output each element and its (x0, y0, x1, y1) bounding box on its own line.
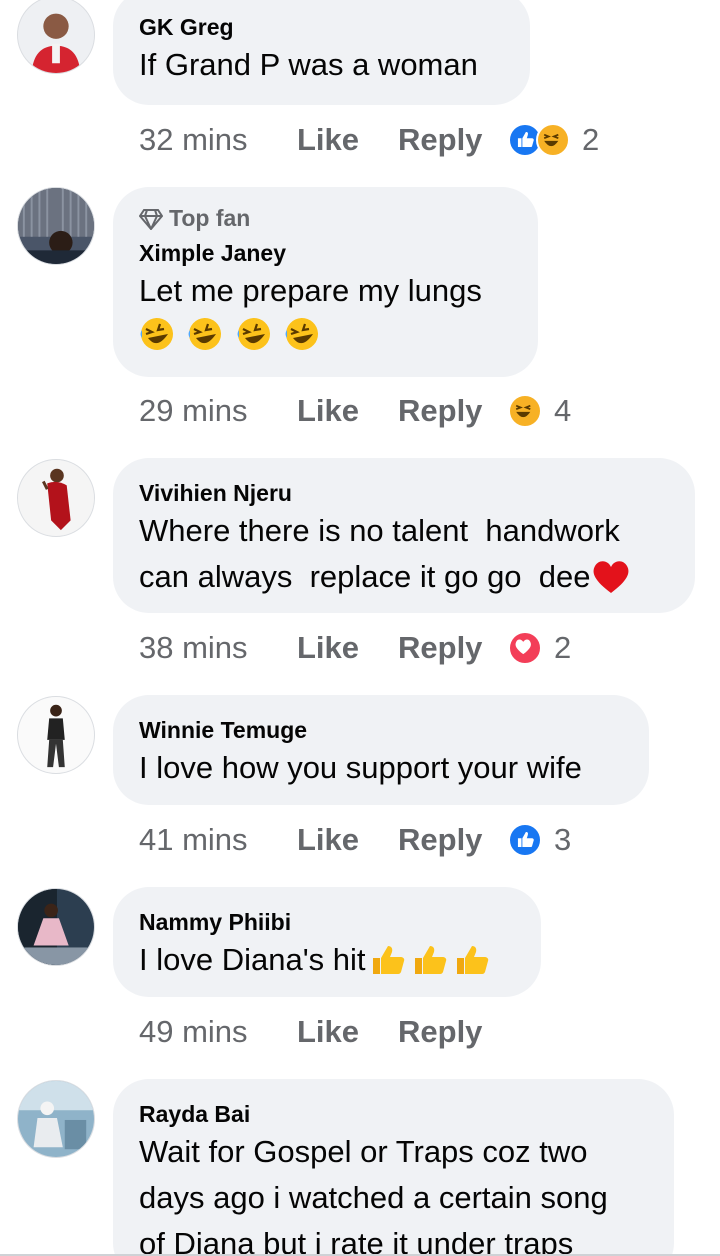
comment-text-line: of Diana but i rate it under traps (139, 1226, 574, 1256)
haha-reaction-icon (508, 394, 542, 428)
comment-author[interactable]: GK Greg (139, 12, 504, 42)
comment-actions: 32 mins Like Reply 2 (139, 120, 599, 160)
comment-actions: 49 mins Like Reply (139, 1012, 508, 1052)
rofl-emoji-icon (188, 318, 222, 350)
comment-text: Let me prepare my lungs (139, 273, 482, 308)
comment-author[interactable]: Rayda Bai (139, 1099, 648, 1129)
comment-actions: 38 mins Like Reply 2 (139, 628, 571, 668)
thumbs-up-emoji-icon (415, 946, 447, 974)
reaction-count: 2 (554, 630, 572, 665)
avatar[interactable] (17, 888, 95, 966)
rofl-emoji-icon (285, 318, 319, 350)
emoji-line (139, 316, 512, 358)
comment-bubble: Nammy Phiibi I love Diana's hit (113, 887, 541, 997)
top-fan-badge: Top fan (139, 205, 512, 232)
comment-author[interactable]: Vivihien Njeru (139, 478, 669, 508)
comment-text-line: I love Diana's hit (139, 937, 515, 983)
comment-text-line: can always replace it go go dee (139, 554, 669, 600)
reaction-summary[interactable]: 3 (508, 822, 571, 858)
rofl-emoji-icon (237, 318, 270, 350)
comment-timestamp[interactable]: 38 mins (139, 630, 297, 666)
reply-button[interactable]: Reply (398, 822, 508, 858)
reaction-count: 4 (554, 393, 572, 428)
thumbs-up-emoji-icon (373, 946, 405, 974)
like-button[interactable]: Like (297, 1014, 398, 1050)
reaction-count: 3 (554, 822, 572, 857)
avatar[interactable] (17, 0, 95, 74)
reply-button[interactable]: Reply (398, 122, 508, 158)
haha-reaction-icon (536, 123, 570, 157)
comment-text-fragment: can always replace it go go dee (139, 559, 591, 594)
reaction-summary[interactable]: 4 (508, 393, 571, 429)
reaction-summary[interactable]: 2 (508, 122, 599, 158)
like-button[interactable]: Like (297, 822, 398, 858)
comment-text-line: days ago i watched a certain song (139, 1180, 608, 1215)
like-button[interactable]: Like (297, 122, 398, 158)
thumbs-up-emoji-icon (457, 946, 489, 974)
comment-text-line: Where there is no talent handwork (139, 513, 620, 548)
comment-timestamp[interactable]: 32 mins (139, 122, 297, 158)
comment-bubble: Winnie Temuge I love how you support you… (113, 695, 649, 805)
comment-author[interactable]: Nammy Phiibi (139, 907, 515, 937)
comment-timestamp[interactable]: 29 mins (139, 393, 297, 429)
reply-button[interactable]: Reply (398, 393, 508, 429)
comment-timestamp[interactable]: 49 mins (139, 1014, 297, 1050)
comment-bubble: GK Greg If Grand P was a woman (113, 0, 530, 105)
comment-text: I love how you support your wife (139, 750, 582, 785)
like-reaction-icon (508, 823, 542, 857)
avatar[interactable] (17, 459, 95, 537)
comment-text-line: Wait for Gospel or Traps coz two (139, 1134, 588, 1169)
comment-author[interactable]: Ximple Janey (139, 238, 512, 268)
avatar[interactable] (17, 187, 95, 265)
comment-bubble: Vivihien Njeru Where there is no talent … (113, 458, 695, 613)
comment-author[interactable]: Winnie Temuge (139, 715, 623, 745)
like-button[interactable]: Like (297, 393, 398, 429)
comment-bubble: Top fan Ximple Janey Let me prepare my l… (113, 187, 538, 377)
comment-bubble: Rayda Bai Wait for Gospel or Traps coz t… (113, 1079, 674, 1256)
reply-button[interactable]: Reply (398, 1014, 508, 1050)
comment-timestamp[interactable]: 41 mins (139, 822, 297, 858)
avatar[interactable] (17, 1080, 95, 1158)
reply-button[interactable]: Reply (398, 630, 508, 666)
red-heart-icon (593, 561, 628, 593)
love-reaction-icon (508, 631, 542, 665)
rofl-emoji-icon (140, 318, 173, 350)
comment-text-fragment: I love Diana's hit (139, 942, 366, 977)
like-button[interactable]: Like (297, 630, 398, 666)
comment-text: If Grand P was a woman (139, 47, 478, 82)
reaction-count: 2 (582, 122, 600, 157)
comment-actions: 29 mins Like Reply 4 (139, 391, 571, 431)
comment-actions: 41 mins Like Reply 3 (139, 820, 571, 860)
top-fan-label: Top fan (169, 205, 251, 231)
avatar[interactable] (17, 696, 95, 774)
reaction-summary[interactable]: 2 (508, 630, 571, 666)
diamond-icon (139, 208, 163, 230)
